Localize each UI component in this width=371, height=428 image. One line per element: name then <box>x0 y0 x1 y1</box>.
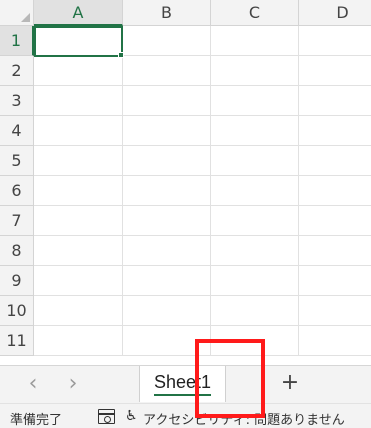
accessibility-status[interactable]: アクセシビリティ: 問題ありません <box>143 409 345 428</box>
column-header-a[interactable]: A <box>34 0 123 26</box>
cell-b10[interactable] <box>123 296 211 326</box>
cell-b2[interactable] <box>123 56 211 86</box>
cell-b3[interactable] <box>123 86 211 116</box>
cell-c7[interactable] <box>211 206 299 236</box>
cell-d8[interactable] <box>299 236 371 266</box>
cell-a4[interactable] <box>34 116 123 146</box>
row-header-4[interactable]: 4 <box>0 116 34 146</box>
cell-b6[interactable] <box>123 176 211 206</box>
cell-d7[interactable] <box>299 206 371 236</box>
column-header-c[interactable]: C <box>211 0 299 26</box>
row-header-1[interactable]: 1 <box>0 26 34 56</box>
cell-c2[interactable] <box>211 56 299 86</box>
sheet-tab-bar: ‹ › Sheet1 + <box>0 365 371 403</box>
row-header-3[interactable]: 3 <box>0 86 34 116</box>
select-all-corner[interactable] <box>0 0 34 26</box>
cell-b9[interactable] <box>123 266 211 296</box>
cell-d11[interactable] <box>299 326 371 356</box>
cell-c5[interactable] <box>211 146 299 176</box>
cell-d10[interactable] <box>299 296 371 326</box>
row-header-2[interactable]: 2 <box>0 56 34 86</box>
cell-c6[interactable] <box>211 176 299 206</box>
cell-b11[interactable] <box>123 326 211 356</box>
macro-record-icon[interactable] <box>98 409 115 424</box>
cell-a7[interactable] <box>34 206 123 236</box>
cell-a10[interactable] <box>34 296 123 326</box>
cell-c10[interactable] <box>211 296 299 326</box>
cell-c1[interactable] <box>211 26 299 56</box>
column-header-d[interactable]: D <box>299 0 371 26</box>
previous-sheet-button[interactable]: ‹ <box>22 373 44 396</box>
cell-c9[interactable] <box>211 266 299 296</box>
cell-d3[interactable] <box>299 86 371 116</box>
cell-c4[interactable] <box>211 116 299 146</box>
cell-a5[interactable] <box>34 146 123 176</box>
cell-d6[interactable] <box>299 176 371 206</box>
cell-a3[interactable] <box>34 86 123 116</box>
cell-b7[interactable] <box>123 206 211 236</box>
cell-d1[interactable] <box>299 26 371 56</box>
cell-b5[interactable] <box>123 146 211 176</box>
column-header-b[interactable]: B <box>123 0 211 26</box>
add-sheet-button[interactable]: + <box>277 371 303 397</box>
cell-d5[interactable] <box>299 146 371 176</box>
status-ready-text: 準備完了 <box>10 413 63 428</box>
cell-a2[interactable] <box>34 56 123 86</box>
cell-d9[interactable] <box>299 266 371 296</box>
accessibility-icon[interactable]: ♿︎ <box>125 408 138 424</box>
spreadsheet-grid[interactable]: A B C D 1 2 3 4 5 6 7 8 9 10 11 <box>0 0 371 365</box>
cell-b1[interactable] <box>123 26 211 56</box>
row-header-11[interactable]: 11 <box>0 326 34 356</box>
sheet-tab-sheet1[interactable]: Sheet1 <box>139 366 226 402</box>
cell-b8[interactable] <box>123 236 211 266</box>
cell-c11[interactable] <box>211 326 299 356</box>
row-header-5[interactable]: 5 <box>0 146 34 176</box>
cell-d4[interactable] <box>299 116 371 146</box>
row-header-9[interactable]: 9 <box>0 266 34 296</box>
cell-a8[interactable] <box>34 236 123 266</box>
row-header-6[interactable]: 6 <box>0 176 34 206</box>
fill-handle[interactable] <box>118 52 124 58</box>
cell-d2[interactable] <box>299 56 371 86</box>
cell-c8[interactable] <box>211 236 299 266</box>
cell-a11[interactable] <box>34 326 123 356</box>
cell-a6[interactable] <box>34 176 123 206</box>
row-header-8[interactable]: 8 <box>0 236 34 266</box>
row-header-10[interactable]: 10 <box>0 296 34 326</box>
sheet-tab-label: Sheet1 <box>153 372 212 396</box>
status-bar: 準備完了 ♿︎ アクセシビリティ: 問題ありません <box>0 403 371 428</box>
select-all-triangle-icon <box>21 13 30 22</box>
cell-b4[interactable] <box>123 116 211 146</box>
next-sheet-button[interactable]: › <box>62 373 84 396</box>
cell-a9[interactable] <box>34 266 123 296</box>
active-cell-a1[interactable] <box>34 26 123 57</box>
cell-c3[interactable] <box>211 86 299 116</box>
row-header-7[interactable]: 7 <box>0 206 34 236</box>
